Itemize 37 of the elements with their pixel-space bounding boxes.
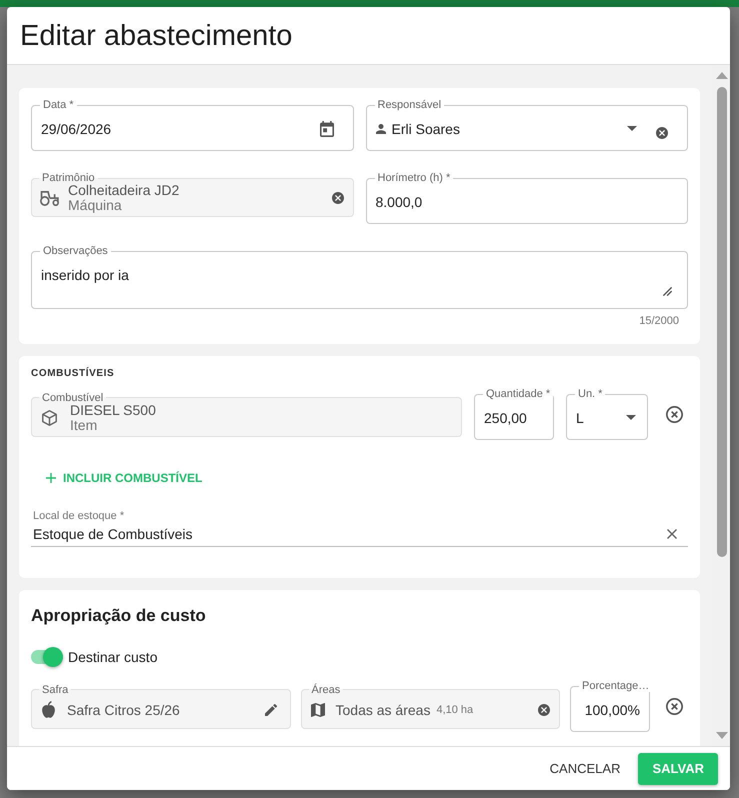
character-counter: 15/2000 <box>639 315 679 328</box>
map-icon <box>310 702 324 716</box>
cube-icon <box>42 410 57 426</box>
toggle-label: Destinar custo <box>68 649 158 665</box>
tractor-icon <box>40 190 59 206</box>
responsible-field[interactable]: Responsável Erli Soares <box>366 99 688 151</box>
fruit-icon <box>42 701 55 718</box>
plus-icon <box>46 472 56 482</box>
calendar-icon[interactable] <box>320 120 334 136</box>
remove-icon[interactable] <box>666 698 682 714</box>
resize-handle-icon[interactable] <box>663 287 672 296</box>
section-heading: COMBUSTÍVEIS <box>31 368 114 380</box>
cancel-button[interactable]: CANCELAR <box>542 752 628 784</box>
areas-field[interactable]: Áreas Todas as áreas 4,10 ha <box>300 684 560 728</box>
clear-icon[interactable] <box>667 529 677 539</box>
notes-field[interactable]: Observações inserido por ia <box>31 245 688 309</box>
caret-icon[interactable] <box>627 126 637 131</box>
cost-toggle[interactable] <box>31 647 63 667</box>
hour-meter-field[interactable]: Horímetro (h) * 8.000,0 <box>366 172 688 224</box>
dialog-title: Editar abastecimento <box>20 18 292 52</box>
caret-icon[interactable] <box>626 415 636 420</box>
clear-icon[interactable] <box>538 704 550 716</box>
section-heading: Apropriação de custo <box>31 605 206 627</box>
scrollbar-thumb[interactable] <box>716 87 726 557</box>
date-field[interactable]: Data * 29/06/2026 <box>31 99 354 151</box>
clear-icon[interactable] <box>656 126 668 138</box>
person-icon <box>376 124 386 134</box>
quantity-field[interactable]: Quantidade * 250,00 <box>474 388 554 440</box>
fuel-field[interactable]: Combustível DIESEL S500 Item <box>31 392 462 436</box>
unit-field[interactable]: Un. * L <box>566 388 648 440</box>
edit-icon[interactable] <box>264 704 276 716</box>
remove-icon[interactable] <box>666 406 682 422</box>
asset-field[interactable]: Patrimônio Colheitadeira JD2 Máquina <box>31 172 354 217</box>
season-field[interactable]: Safra Safra Citros 25/26 <box>31 684 290 728</box>
stock-field[interactable]: Local de estoque * Estoque de Combustíveis <box>31 510 688 547</box>
percentage-field[interactable]: Porcentage… 100,00% <box>570 680 650 732</box>
clear-icon[interactable] <box>332 192 344 204</box>
